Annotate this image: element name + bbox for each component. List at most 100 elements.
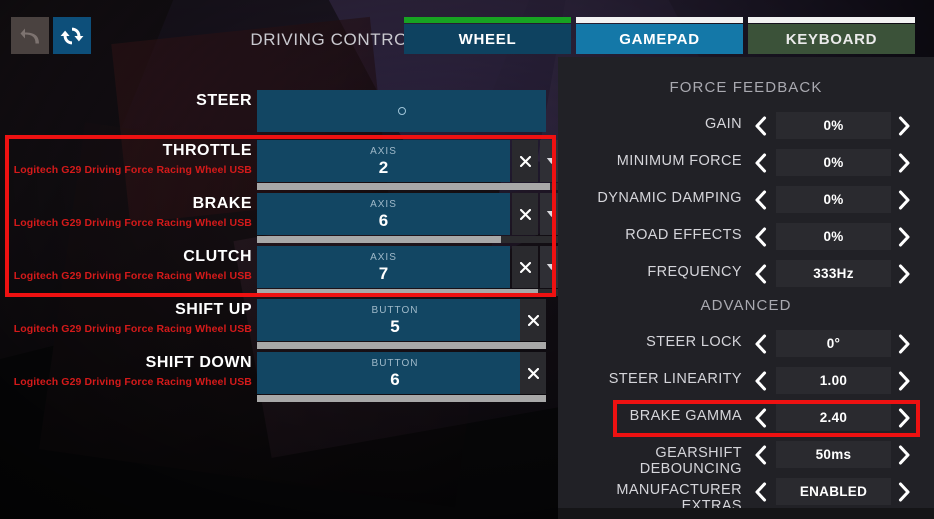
option-value: 0% (823, 155, 844, 170)
binding-axis-fill (257, 289, 538, 296)
option-value-box[interactable]: 0% (776, 112, 891, 139)
binding-value-field[interactable]: AXIS 7 (257, 246, 510, 288)
option-label: BRAKE GAMMA (629, 408, 742, 424)
binding-row-clutch: CLUTCH Logitech G29 Driving Force Racing … (0, 246, 562, 296)
undo-button[interactable] (11, 17, 49, 54)
option-value-box[interactable]: 0% (776, 223, 891, 250)
option-value: 0% (823, 192, 844, 207)
chevron-right-icon[interactable] (891, 404, 917, 431)
binding-kind: BUTTON (371, 357, 419, 369)
clear-binding-button[interactable] (512, 246, 538, 288)
chevron-left-icon[interactable] (747, 186, 773, 213)
tab-marker-wheel (404, 17, 571, 23)
binding-axis-track (257, 342, 546, 349)
section-title-advanced: ADVANCED (700, 297, 792, 314)
option-label: MINIMUM FORCE (616, 153, 742, 169)
section-title-force-feedback: FORCE FEEDBACK (669, 79, 823, 96)
option-value-box[interactable]: ENABLED (776, 478, 891, 505)
chevron-left-icon[interactable] (747, 112, 773, 139)
binding-kind: AXIS (370, 145, 397, 157)
chevron-right-icon[interactable] (891, 260, 917, 287)
clear-binding-button[interactable] (512, 140, 538, 182)
option-label: STEER LOCK (646, 334, 742, 350)
option-label: DYNAMIC DAMPING (597, 190, 742, 206)
option-value-box[interactable]: 333Hz (776, 260, 891, 287)
binding-kind: AXIS (370, 251, 397, 263)
binding-value-field[interactable]: BUTTON 5 (257, 299, 533, 341)
chevron-left-icon[interactable] (747, 404, 773, 431)
binding-row-steer: STEER (0, 90, 556, 140)
option-value-box[interactable]: 50ms (776, 441, 891, 468)
binding-device-name: Logitech G29 Driving Force Racing Wheel … (13, 323, 252, 335)
option-label: FREQUENCY (647, 264, 742, 280)
option-row-brake-gamma: BRAKE GAMMA 2.40 (558, 402, 934, 433)
binding-value: 7 (378, 263, 389, 283)
binding-axis-fill (257, 236, 501, 243)
chevron-right-icon[interactable] (891, 223, 917, 250)
option-label: GEARSHIFT DEBOUNCING (639, 445, 742, 477)
chevron-left-icon[interactable] (747, 260, 773, 287)
option-row-frequency: FREQUENCY 333Hz (558, 258, 934, 289)
circle-icon (397, 107, 406, 115)
chevron-left-icon[interactable] (747, 330, 773, 357)
option-value-box[interactable]: 0° (776, 330, 891, 357)
tab-marker-gamepad (576, 17, 743, 23)
clear-binding-button[interactable] (512, 193, 538, 235)
tab-keyboard[interactable]: KEYBOARD (748, 24, 915, 54)
binding-value: 6 (390, 369, 400, 389)
binding-label: STEER (196, 92, 252, 109)
option-value-box[interactable]: 1.00 (776, 367, 891, 394)
reset-button[interactable] (53, 17, 91, 54)
panel-bottom-edge (558, 508, 934, 519)
option-row-road-effects: ROAD EFFECTS 0% (558, 221, 934, 252)
option-label: STEER LINEARITY (608, 371, 742, 387)
chevron-left-icon[interactable] (747, 223, 773, 250)
option-value: 0° (826, 336, 841, 351)
option-value: 0% (823, 229, 844, 244)
chevron-right-icon[interactable] (891, 149, 917, 176)
binding-kind: AXIS (370, 198, 397, 210)
option-row-gearshift-debouncing: GEARSHIFT DEBOUNCING 50ms (558, 439, 934, 477)
chevron-left-icon[interactable] (747, 149, 773, 176)
binding-label: CLUTCH (183, 248, 252, 265)
tab-wheel[interactable]: WHEEL (404, 24, 571, 54)
binding-value-field[interactable]: AXIS 2 (257, 140, 510, 182)
binding-value-field[interactable]: AXIS 6 (257, 193, 510, 235)
option-label: ROAD EFFECTS (625, 227, 742, 243)
binding-value: 6 (378, 210, 389, 230)
chevron-right-icon[interactable] (891, 186, 917, 213)
option-row-manufacturer-extras: MANUFACTURER EXTRAS ENABLED (558, 476, 934, 514)
option-value: 2.40 (819, 410, 848, 425)
chevron-left-icon[interactable] (747, 441, 773, 468)
binding-label: THROTTLE (162, 142, 252, 159)
binding-kind: BUTTON (371, 304, 419, 316)
option-row-minimum-force: MINIMUM FORCE 0% (558, 147, 934, 178)
settings-panel: FORCE FEEDBACK GAIN 0% MINIMUM FORCE 0% DYNAM… (558, 57, 934, 519)
chevron-left-icon[interactable] (747, 367, 773, 394)
option-value-box[interactable]: 2.40 (776, 404, 891, 431)
binding-value: 5 (390, 316, 400, 336)
option-row-dynamic-damping: DYNAMIC DAMPING 0% (558, 184, 934, 215)
option-value-box[interactable]: 0% (776, 149, 891, 176)
binding-axis-fill (257, 342, 546, 349)
binding-device-name: Logitech G29 Driving Force Racing Wheel … (13, 270, 252, 282)
clear-binding-button[interactable] (520, 352, 546, 394)
binding-value-field[interactable]: BUTTON 6 (257, 352, 533, 394)
chevron-right-icon[interactable] (891, 330, 917, 357)
tab-gamepad[interactable]: GAMEPAD (576, 24, 743, 54)
chevron-right-icon[interactable] (891, 367, 917, 394)
option-value: 1.00 (819, 373, 848, 388)
chevron-right-icon[interactable] (891, 112, 917, 139)
binding-axis-fill (257, 183, 550, 190)
chevron-left-icon[interactable] (747, 478, 773, 505)
binding-axis-track (257, 236, 562, 243)
binding-value-field[interactable] (257, 90, 546, 132)
tab-marker-keyboard (748, 17, 915, 23)
option-row-gain: GAIN 0% (558, 110, 934, 141)
clear-binding-button[interactable] (520, 299, 546, 341)
binding-axis-fill (257, 395, 546, 402)
chevron-right-icon[interactable] (891, 441, 917, 468)
binding-label: BRAKE (192, 195, 252, 212)
option-value-box[interactable]: 0% (776, 186, 891, 213)
chevron-right-icon[interactable] (891, 478, 917, 505)
